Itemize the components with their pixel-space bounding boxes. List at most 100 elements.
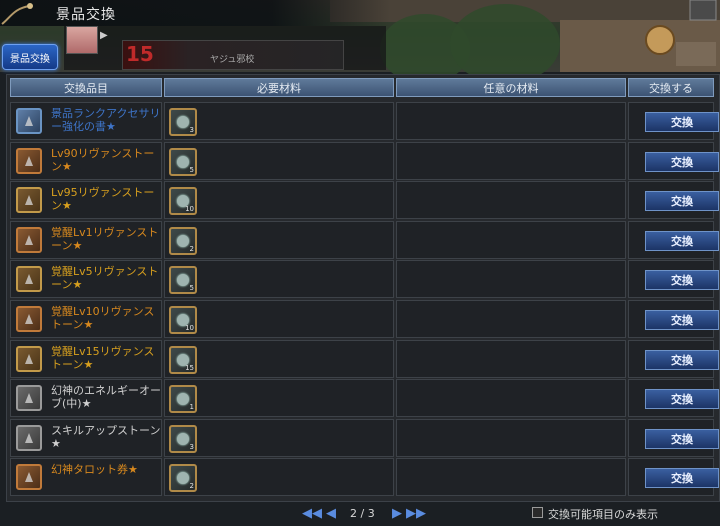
item-name: 幻神のエネルギーオーブ(中)★	[51, 384, 161, 411]
material-icon[interactable]: 3	[169, 424, 197, 453]
rivan-stone-icon[interactable]	[16, 266, 42, 293]
table-row: 景品ランクアクセサリー強化の書★ 3 交換	[10, 102, 719, 140]
material-count: 2	[189, 482, 194, 491]
rivan-stone-icon[interactable]	[16, 306, 42, 332]
exchangeable-only-label: 交換可能項目のみ表示	[548, 508, 658, 521]
table-row: 覚醒Lv10リヴァンストーン★ 10 交換	[10, 300, 719, 338]
exchange-cell: 交換	[628, 418, 719, 457]
play-arrow-icon[interactable]: ▶	[100, 30, 108, 41]
material-count: 5	[189, 165, 194, 174]
red-scroll-icon[interactable]	[16, 108, 42, 134]
hud-text: ヤジュ邪校	[210, 55, 255, 65]
required-materials-cell: 15	[164, 339, 394, 378]
tarot-ticket-icon[interactable]	[16, 464, 42, 491]
required-materials-cell: 5	[164, 260, 394, 299]
exchange-button[interactable]: 交換	[645, 191, 719, 212]
exchange-button[interactable]: 交換	[645, 151, 719, 172]
required-materials-cell: 3	[164, 418, 394, 457]
optional-materials-cell	[396, 141, 626, 180]
required-materials-cell: 10	[164, 300, 394, 338]
material-icon[interactable]: 5	[169, 147, 197, 176]
item-cell: 幻神のエネルギーオーブ(中)★	[10, 379, 162, 418]
exchange-cell: 交換	[628, 379, 719, 418]
item-name: 幻神タロット券★	[51, 463, 138, 477]
pager: ◀◀ ◀	[302, 506, 336, 522]
ornament-icon	[1, 3, 33, 25]
material-count: 15	[185, 363, 194, 372]
rivan-stone-icon[interactable]	[16, 345, 42, 372]
rivan-stone-icon[interactable]	[16, 187, 42, 214]
material-count: 5	[189, 284, 194, 293]
item-cell: 幻神タロット券★	[10, 458, 162, 497]
material-icon[interactable]: 3	[169, 108, 197, 136]
header-item: 交換品目	[10, 78, 162, 97]
required-materials-cell: 10	[164, 181, 394, 220]
energy-orb-icon[interactable]	[16, 385, 42, 412]
material-count: 1	[189, 403, 194, 412]
item-name: 覚醒Lv1リヴァンストーン★	[51, 225, 159, 252]
required-materials-cell: 5	[164, 141, 394, 180]
material-count: 3	[189, 126, 194, 134]
item-cell: 覚醒Lv1リヴァンストーン★	[10, 220, 162, 259]
skillup-stone-icon[interactable]	[16, 424, 42, 451]
item-cell: 景品ランクアクセサリー強化の書★	[10, 102, 162, 140]
table-row: スキルアップストーン★ 3 交換	[10, 418, 719, 457]
exchange-cell: 交換	[628, 102, 719, 140]
material-icon[interactable]: 10	[169, 306, 197, 334]
exchange-button[interactable]: 交換	[645, 349, 719, 370]
optional-materials-cell	[396, 339, 626, 378]
item-name: Lv90リヴァンストーン★	[51, 146, 155, 173]
exchangeable-only-checkbox[interactable]	[532, 507, 543, 518]
required-materials-cell: 3	[164, 102, 394, 140]
first-page-icon[interactable]: ◀◀	[302, 506, 322, 522]
level-number: 15	[126, 42, 154, 66]
item-cell: Lv95リヴァンストーン★	[10, 181, 162, 220]
required-materials-cell: 2	[164, 458, 394, 497]
exchange-button[interactable]: 交換	[645, 230, 719, 251]
item-name: 覚醒Lv10リヴァンストーン★	[51, 305, 155, 331]
top-right-hud-icons	[645, 0, 717, 66]
next-page-icon[interactable]: ▶	[392, 506, 402, 522]
table-row: 覚醒Lv1リヴァンストーン★ 2 交換	[10, 220, 719, 259]
item-name: スキルアップストーン★	[51, 423, 161, 450]
exchange-button[interactable]: 交換	[645, 112, 719, 132]
material-icon[interactable]: 1	[169, 385, 197, 414]
character-portrait[interactable]	[66, 26, 98, 54]
material-icon[interactable]: 2	[169, 226, 197, 255]
item-name: 覚醒Lv15リヴァンストーン★	[51, 344, 155, 371]
exchange-cell: 交換	[628, 458, 719, 497]
table-row: 幻神のエネルギーオーブ(中)★ 1 交換	[10, 379, 719, 418]
item-cell: スキルアップストーン★	[10, 418, 162, 457]
header-exchange: 交換する	[628, 78, 714, 97]
optional-materials-cell	[396, 300, 626, 338]
exchange-cell: 交換	[628, 220, 719, 259]
material-icon[interactable]: 5	[169, 266, 197, 295]
exchange-cell: 交換	[628, 141, 719, 180]
optional-materials-cell	[396, 418, 626, 457]
exchange-cell: 交換	[628, 181, 719, 220]
item-name: Lv95リヴァンストーン★	[51, 186, 155, 213]
last-page-icon[interactable]: ▶▶	[406, 506, 426, 522]
material-count: 3	[189, 442, 194, 451]
window-title-bar: 景品交換	[0, 0, 390, 26]
pager-next: ▶ ▶▶	[392, 506, 426, 522]
optional-materials-cell	[396, 379, 626, 418]
optional-materials-cell	[396, 220, 626, 259]
prev-page-icon[interactable]: ◀	[326, 506, 336, 522]
side-tab-prize-exchange[interactable]: 景品交換	[2, 44, 58, 70]
material-icon[interactable]: 2	[169, 464, 197, 493]
exchange-button[interactable]: 交換	[645, 468, 719, 489]
exchange-button[interactable]: 交換	[645, 389, 719, 410]
item-cell: 覚醒Lv15リヴァンストーン★	[10, 339, 162, 378]
material-icon[interactable]: 15	[169, 345, 197, 374]
exchange-button[interactable]: 交換	[645, 428, 719, 449]
required-materials-cell: 2	[164, 220, 394, 259]
material-icon[interactable]: 10	[169, 187, 197, 216]
material-count: 10	[185, 205, 194, 214]
optional-materials-cell	[396, 102, 626, 140]
rivan-stone-icon[interactable]	[16, 147, 42, 174]
exchange-button[interactable]: 交換	[645, 310, 719, 330]
rivan-stone-icon[interactable]	[16, 226, 42, 253]
exchange-button[interactable]: 交換	[645, 270, 719, 291]
exchange-cell: 交換	[628, 339, 719, 378]
